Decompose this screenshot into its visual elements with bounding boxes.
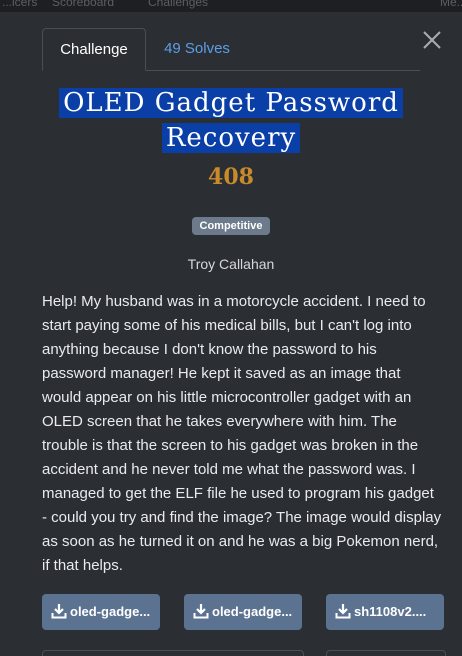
challenge-tabs: Challenge 49 Solves bbox=[42, 28, 420, 71]
challenge-title-line1: OLED Gadget Password bbox=[59, 88, 403, 118]
nav-item-scoreboard: Scoreboard bbox=[52, 0, 115, 9]
challenge-modal: Challenge 49 Solves OLED Gadget Password… bbox=[0, 12, 462, 656]
challenge-description: Help! My husband was in a motorcycle acc… bbox=[42, 293, 442, 574]
challenge-points: 408 bbox=[208, 164, 254, 190]
file-name: sh1108v2.... bbox=[354, 604, 427, 619]
challenge-title: OLED Gadget Password Recovery bbox=[0, 86, 462, 156]
category-badge: Competitive bbox=[191, 217, 271, 235]
download-icon bbox=[335, 604, 351, 619]
tab-solves[interactable]: 49 Solves bbox=[152, 28, 242, 69]
file-download-button[interactable]: oled-gadge... bbox=[184, 594, 302, 630]
badge-row: Competitive bbox=[0, 216, 462, 235]
file-name: oled-gadge... bbox=[70, 604, 151, 619]
challenge-title-line2: Recovery bbox=[161, 123, 301, 153]
nav-item-more: Me... bbox=[440, 0, 462, 9]
download-icon bbox=[193, 604, 209, 619]
nav-item-users: ...icers bbox=[2, 0, 38, 9]
file-name: oled-gadge... bbox=[212, 604, 293, 619]
backdrop-nav: ...icers Scoreboard Challenges Me... bbox=[0, 0, 462, 12]
close-button[interactable] bbox=[418, 26, 446, 54]
download-icon bbox=[51, 604, 67, 619]
close-icon bbox=[423, 31, 441, 49]
flag-input[interactable] bbox=[42, 650, 304, 656]
submit-button[interactable] bbox=[326, 650, 446, 656]
file-download-button[interactable]: oled-gadge... bbox=[42, 594, 160, 630]
nav-item-challenges: Challenges bbox=[148, 0, 209, 9]
file-downloads: oled-gadge... oled-gadge... sh1108v2.... bbox=[42, 594, 444, 632]
tab-challenge[interactable]: Challenge bbox=[42, 28, 146, 71]
file-download-button[interactable]: sh1108v2.... bbox=[326, 594, 444, 630]
challenge-author: Troy Callahan bbox=[187, 256, 275, 272]
